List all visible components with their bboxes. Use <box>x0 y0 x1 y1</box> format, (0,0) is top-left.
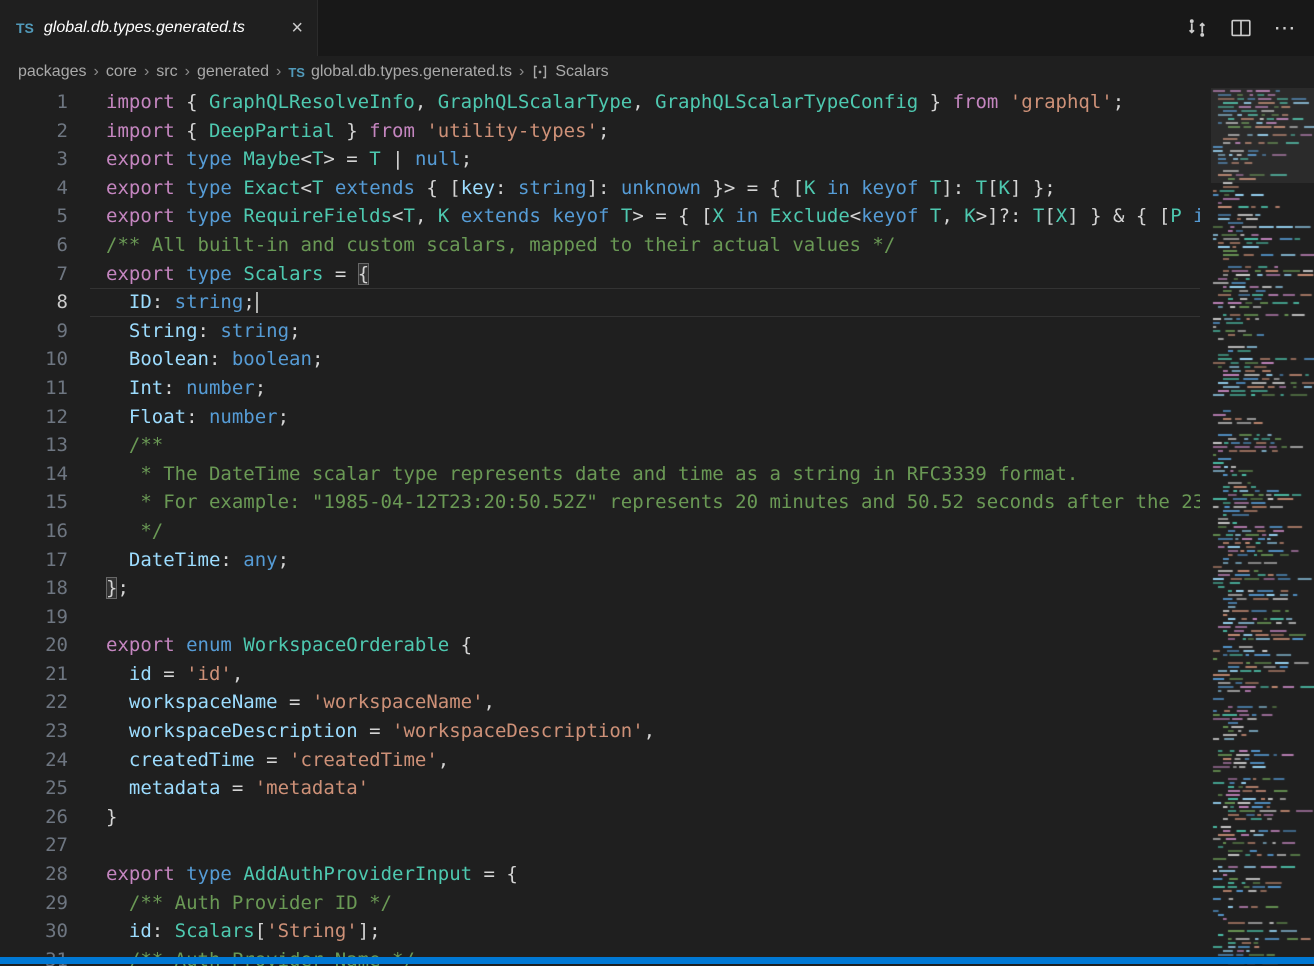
minimap-slider[interactable] <box>1211 88 1314 183</box>
line-number-20[interactable]: 20 <box>0 631 68 660</box>
code-line-20[interactable]: export enum WorkspaceOrderable { <box>90 631 1200 660</box>
code-line-17[interactable]: DateTime: any; <box>90 546 1200 575</box>
breadcrumb-src[interactable]: src <box>156 63 177 81</box>
code-line-4[interactable]: export type Exact<T extends { [key: stri… <box>90 174 1200 203</box>
breadcrumb-separator: › <box>185 63 190 81</box>
breadcrumb-separator: › <box>94 63 99 81</box>
line-number-15[interactable]: 15 <box>0 488 68 517</box>
code-line-14[interactable]: * The DateTime scalar type represents da… <box>90 460 1200 489</box>
code-line-8[interactable]: ID: string; <box>90 288 1200 317</box>
line-number-24[interactable]: 24 <box>0 746 68 775</box>
code-line-21[interactable]: id = 'id', <box>90 660 1200 689</box>
code-line-27[interactable] <box>90 831 1200 860</box>
split-editor-icon[interactable] <box>1226 13 1256 43</box>
breadcrumb-file[interactable]: TS global.db.types.generated.ts <box>288 63 512 81</box>
more-actions-icon[interactable]: ⋯ <box>1270 13 1300 43</box>
line-number-25[interactable]: 25 <box>0 774 68 803</box>
minimap[interactable] <box>1211 88 1314 966</box>
code-line-10[interactable]: Boolean: boolean; <box>90 345 1200 374</box>
code-line-22[interactable]: workspaceName = 'workspaceName', <box>90 688 1200 717</box>
breadcrumb-file-label: global.db.types.generated.ts <box>311 63 512 81</box>
line-number-5[interactable]: 5 <box>0 202 68 231</box>
open-changes-icon[interactable] <box>1182 13 1212 43</box>
code-line-5[interactable]: export type RequireFields<T, K extends k… <box>90 202 1200 231</box>
breadcrumb-separator: › <box>519 63 524 81</box>
close-tab-icon[interactable]: × <box>291 18 303 38</box>
tab-title: global.db.types.generated.ts <box>44 19 245 37</box>
breadcrumb-separator: › <box>276 63 281 81</box>
code-line-13[interactable]: /** <box>90 431 1200 460</box>
code-line-28[interactable]: export type AddAuthProviderInput = { <box>90 860 1200 889</box>
code-line-24[interactable]: createdTime = 'createdTime', <box>90 746 1200 775</box>
breadcrumb-generated[interactable]: generated <box>197 63 269 81</box>
code-line-30[interactable]: id: Scalars['String']; <box>90 917 1200 946</box>
line-number-28[interactable]: 28 <box>0 860 68 889</box>
tab-global-db-types-generated[interactable]: TS global.db.types.generated.ts × <box>0 0 318 56</box>
text-cursor <box>256 292 258 313</box>
code-line-12[interactable]: Float: number; <box>90 403 1200 432</box>
editor-toolbar: ⋯ <box>1182 0 1314 56</box>
line-number-18[interactable]: 18 <box>0 574 68 603</box>
code-line-1[interactable]: import { GraphQLResolveInfo, GraphQLScal… <box>90 88 1200 117</box>
breadcrumb-symbol-scalars[interactable]: Scalars <box>531 63 608 81</box>
code-line-6[interactable]: /** All built-in and custom scalars, map… <box>90 231 1200 260</box>
tab-bar: TS global.db.types.generated.ts × ⋯ <box>0 0 1314 56</box>
symbol-type-icon <box>531 63 549 81</box>
line-number-2[interactable]: 2 <box>0 117 68 146</box>
line-number-22[interactable]: 22 <box>0 688 68 717</box>
code-line-26[interactable]: } <box>90 803 1200 832</box>
breadcrumb-core[interactable]: core <box>106 63 137 81</box>
line-number-13[interactable]: 13 <box>0 431 68 460</box>
line-number-11[interactable]: 11 <box>0 374 68 403</box>
code-line-15[interactable]: * For example: "1985-04-12T23:20:50.52Z"… <box>90 488 1200 517</box>
line-number-30[interactable]: 30 <box>0 917 68 946</box>
line-number-6[interactable]: 6 <box>0 231 68 260</box>
line-number-3[interactable]: 3 <box>0 145 68 174</box>
line-number-19[interactable]: 19 <box>0 603 68 632</box>
line-number-4[interactable]: 4 <box>0 174 68 203</box>
code-line-11[interactable]: Int: number; <box>90 374 1200 403</box>
line-number-14[interactable]: 14 <box>0 460 68 489</box>
vscode-window: TS global.db.types.generated.ts × ⋯ <box>0 0 1314 966</box>
breadcrumb-separator: › <box>144 63 149 81</box>
gutter: 1234567891011121314151617181920212223242… <box>0 88 68 966</box>
code-line-19[interactable] <box>90 603 1200 632</box>
line-number-8[interactable]: 8 <box>0 288 68 317</box>
code-lines[interactable]: import { GraphQLResolveInfo, GraphQLScal… <box>90 88 1200 966</box>
breadcrumb-symbol-label: Scalars <box>555 63 608 81</box>
line-number-29[interactable]: 29 <box>0 889 68 918</box>
breadcrumb: packages › core › src › generated › TS g… <box>0 56 1200 88</box>
line-number-12[interactable]: 12 <box>0 403 68 432</box>
line-number-23[interactable]: 23 <box>0 717 68 746</box>
breadcrumb-packages[interactable]: packages <box>18 63 87 81</box>
line-number-26[interactable]: 26 <box>0 803 68 832</box>
typescript-file-icon: TS <box>16 20 34 36</box>
line-number-7[interactable]: 7 <box>0 260 68 289</box>
line-number-27[interactable]: 27 <box>0 831 68 860</box>
code-line-2[interactable]: import { DeepPartial } from 'utility-typ… <box>90 117 1200 146</box>
line-number-16[interactable]: 16 <box>0 517 68 546</box>
code-line-9[interactable]: String: string; <box>90 317 1200 346</box>
line-number-1[interactable]: 1 <box>0 88 68 117</box>
code-line-25[interactable]: metadata = 'metadata' <box>90 774 1200 803</box>
line-number-10[interactable]: 10 <box>0 345 68 374</box>
line-number-17[interactable]: 17 <box>0 546 68 575</box>
code-line-23[interactable]: workspaceDescription = 'workspaceDescrip… <box>90 717 1200 746</box>
editor[interactable]: 1234567891011121314151617181920212223242… <box>0 88 1314 966</box>
code-line-16[interactable]: */ <box>90 517 1200 546</box>
status-bar[interactable] <box>0 957 1314 964</box>
code-line-18[interactable]: }; <box>90 574 1200 603</box>
code-line-7[interactable]: export type Scalars = { <box>90 260 1200 289</box>
code-line-3[interactable]: export type Maybe<T> = T | null; <box>90 145 1200 174</box>
line-number-9[interactable]: 9 <box>0 317 68 346</box>
typescript-file-icon: TS <box>288 65 305 80</box>
line-number-21[interactable]: 21 <box>0 660 68 689</box>
code-line-29[interactable]: /** Auth Provider ID */ <box>90 889 1200 918</box>
